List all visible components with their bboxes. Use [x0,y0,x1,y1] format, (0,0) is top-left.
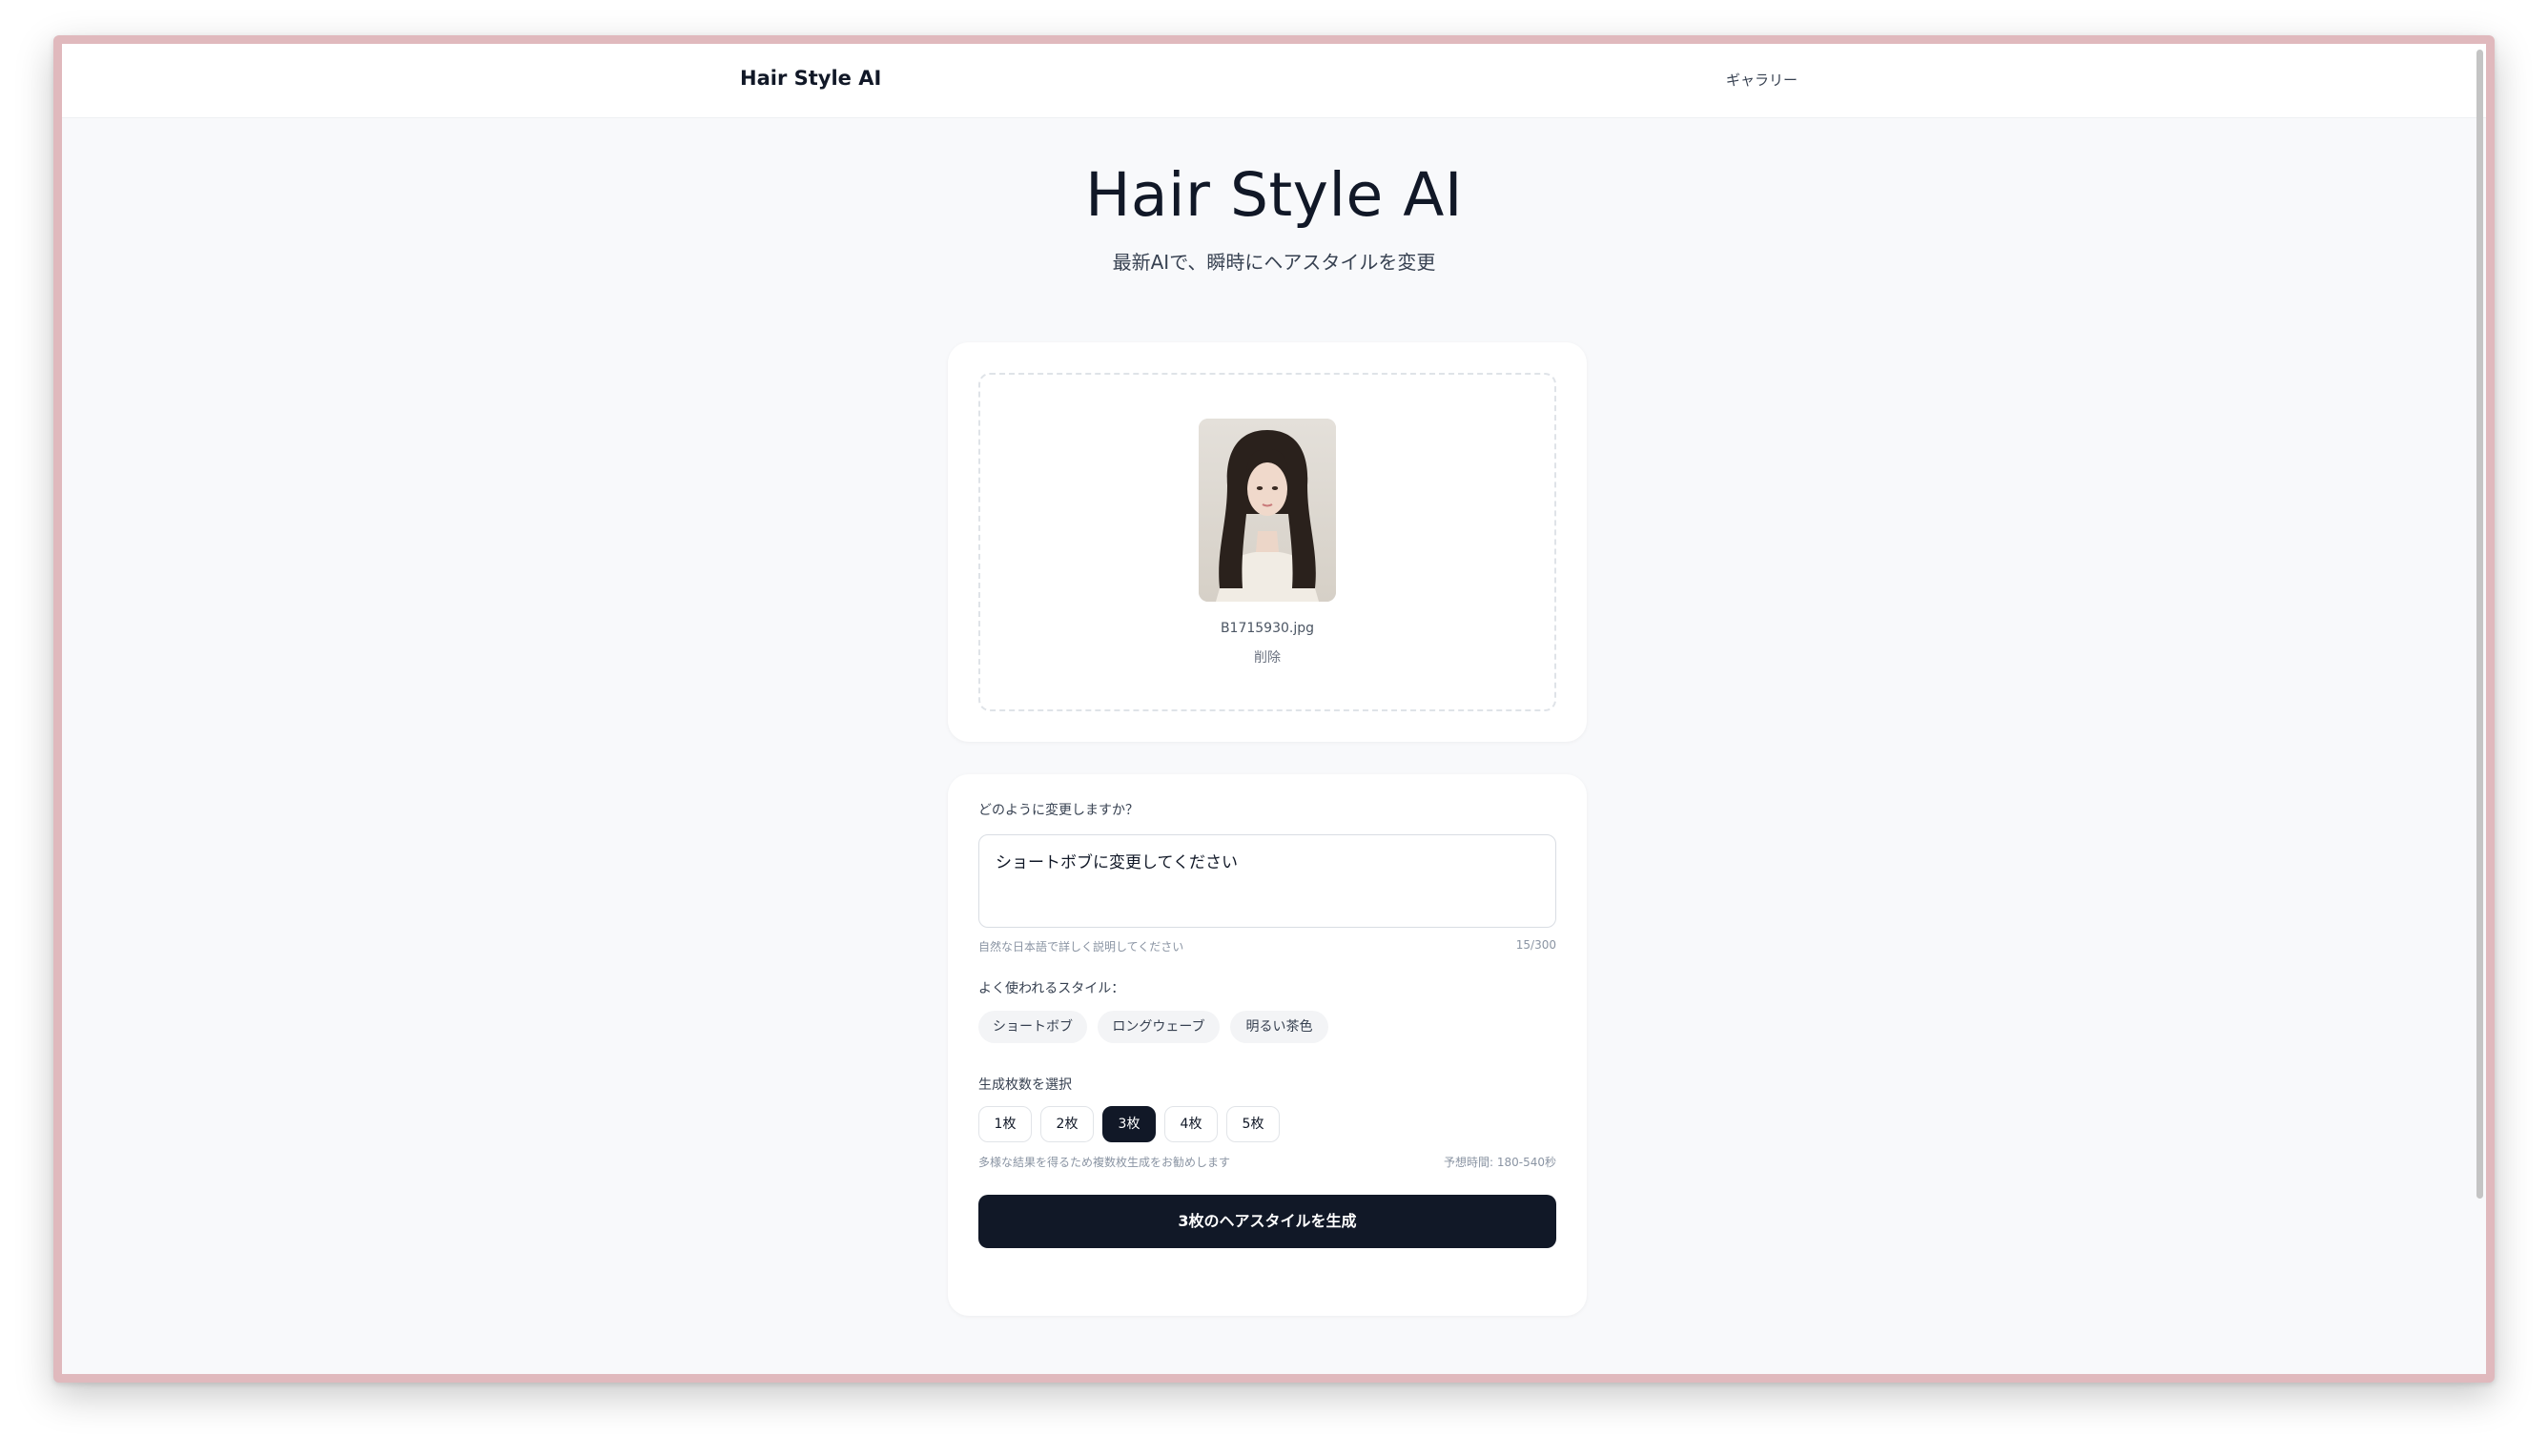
nav-gallery-link[interactable]: ギャラリー [1726,70,1798,90]
prompt-label: どのように変更しますか？ [978,803,1139,818]
style-form-card: どのように変更しますか？ ショートボブに変更してください 自然な日本語で詳しく説… [948,774,1587,1316]
count-hint: 多様な結果を得るため複数枚生成をお勧めします [978,1156,1231,1169]
page-title: Hair Style AI [1085,160,1463,230]
uploaded-filename: B1715930.jpg [1220,621,1315,636]
style-chip-long-wave[interactable]: ロングウェーブ [1098,1011,1220,1043]
generate-button[interactable]: 3枚のヘアスタイルを生成 [978,1195,1556,1248]
prompt-textarea[interactable]: ショートボブに変更してください [978,834,1556,928]
count-option-5[interactable]: 5枚 [1226,1106,1280,1142]
vertical-scrollbar[interactable] [2476,50,2483,1199]
time-estimate: 予想時間: 180-540秒 [1444,1156,1556,1169]
page-viewport: Hair Style AI ギャラリー Hair Style AI 最新AIで、… [62,44,2486,1374]
image-dropzone[interactable]: B1715930.jpg 削除 [978,373,1556,711]
top-navbar: Hair Style AI ギャラリー [62,44,2486,118]
count-select-label: 生成枚数を選択 [978,1077,1072,1093]
style-chip-light-brown[interactable]: 明るい茶色 [1230,1011,1328,1043]
count-option-4[interactable]: 4枚 [1164,1106,1218,1142]
prompt-hint: 自然な日本語で詳しく説明してください [978,940,1184,954]
delete-image-link[interactable]: 削除 [980,647,1554,666]
browser-window: Hair Style AI ギャラリー Hair Style AI 最新AIで、… [53,35,2495,1383]
portrait-photo-image [1199,419,1336,602]
char-counter: 15/300 [1515,938,1556,952]
popular-styles-label: よく使われるスタイル： [978,981,1125,996]
count-option-2[interactable]: 2枚 [1040,1106,1094,1142]
count-option-3[interactable]: 3枚 [1102,1106,1156,1142]
page-subtitle: 最新AIで、瞬時にヘアスタイルを変更 [1112,251,1436,274]
upload-card: B1715930.jpg 削除 [948,342,1587,742]
uploaded-photo-thumbnail [1199,419,1336,602]
count-option-1[interactable]: 1枚 [978,1106,1032,1142]
brand-logo[interactable]: Hair Style AI [740,67,881,90]
style-chip-short-bob[interactable]: ショートボブ [978,1011,1087,1043]
